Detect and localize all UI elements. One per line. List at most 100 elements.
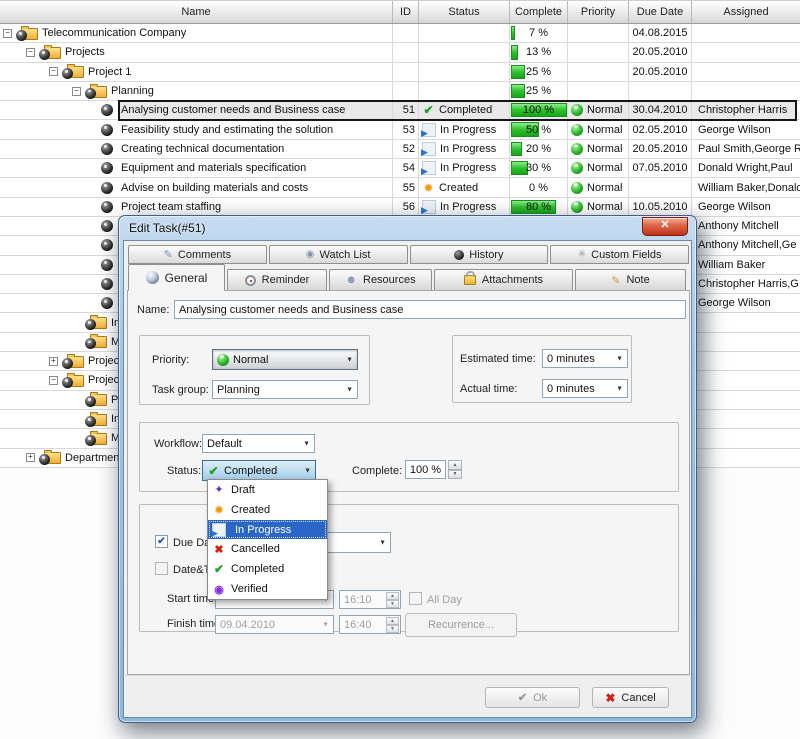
- progress-bar: [511, 45, 518, 59]
- tab-watch-list[interactable]: ◉Watch List: [269, 245, 408, 264]
- due-date-checkbox[interactable]: ✔: [155, 535, 168, 548]
- row-assigned: George Wilson: [692, 294, 800, 313]
- row-name-label: Planning: [111, 85, 154, 97]
- table-row[interactable]: −Planning25 %: [0, 82, 800, 101]
- chevron-down-icon: ▼: [616, 385, 623, 392]
- complete-percent-input[interactable]: 100 %: [405, 460, 446, 479]
- row-priority: [568, 63, 629, 82]
- row-complete: 25 %: [510, 63, 568, 82]
- tab-history[interactable]: History: [410, 245, 549, 264]
- col-header-status[interactable]: Status: [419, 1, 510, 23]
- finish-date-combobox: 09.04.2010 ▼: [215, 615, 334, 634]
- complete-spinner[interactable]: ▲▼: [448, 460, 462, 479]
- row-id: 55: [393, 178, 419, 197]
- status-dropdown-list: ✦Draft✹Created▶In Progress✖Cancelled✔Com…: [207, 479, 328, 600]
- actual-time-combobox[interactable]: 0 minutes ▼: [542, 379, 628, 398]
- grid-header: Name ID Status Complete Priority Due Dat…: [0, 0, 800, 24]
- tab-resources[interactable]: ☻Resources: [329, 269, 432, 291]
- row-assigned: William Baker,Donald: [692, 178, 800, 197]
- tree-collapse-icon[interactable]: −: [49, 67, 58, 76]
- dropdown-item-cancelled[interactable]: ✖Cancelled: [208, 539, 327, 559]
- close-button[interactable]: ✕: [642, 217, 688, 236]
- finish-time-spinner: ▲▼: [386, 617, 399, 632]
- priority-green-icon: [571, 201, 583, 213]
- table-row[interactable]: Equipment and materials specification54▶…: [0, 159, 800, 178]
- dropdown-item-completed[interactable]: ✔Completed: [208, 559, 327, 579]
- table-row[interactable]: Creating technical documentation52▶In Pr…: [0, 140, 800, 159]
- all-day-checkbox: [409, 592, 422, 605]
- priority-label: Priority:: [152, 354, 189, 366]
- priority-combobox[interactable]: Normal ▼: [212, 349, 358, 370]
- col-header-name[interactable]: Name: [0, 1, 393, 23]
- col-header-complete[interactable]: Complete: [510, 1, 568, 23]
- row-assigned: [692, 352, 800, 371]
- tab-custom-fields[interactable]: ✳Custom Fields: [550, 245, 689, 264]
- row-id: 54: [393, 159, 419, 178]
- tab-general[interactable]: General: [128, 264, 225, 291]
- row-id: [393, 82, 419, 101]
- dropdown-item-draft[interactable]: ✦Draft: [208, 480, 327, 500]
- tab-reminder[interactable]: Reminder: [227, 269, 327, 291]
- priority-green-icon: [217, 354, 229, 366]
- table-row[interactable]: Feasibility study and estimating the sol…: [0, 120, 800, 139]
- datetime-checkbox[interactable]: [155, 562, 168, 575]
- task-icon: [101, 239, 113, 251]
- row-due-date: 20.05.2010: [629, 43, 692, 62]
- task-group-combobox[interactable]: Planning ▼: [212, 380, 358, 399]
- in-progress-icon: ▶: [422, 161, 436, 175]
- row-assigned: [692, 429, 800, 448]
- tree-collapse-icon[interactable]: −: [3, 29, 12, 38]
- col-header-assigned[interactable]: Assigned: [692, 1, 800, 23]
- tab-attachments[interactable]: Attachments: [434, 269, 573, 291]
- note-icon: ✎: [611, 274, 620, 287]
- row-id: 53: [393, 120, 419, 139]
- row-priority: Normal: [568, 120, 629, 139]
- row-assigned: William Baker: [692, 256, 800, 275]
- col-header-priority[interactable]: Priority: [568, 1, 629, 23]
- status-combobox-open[interactable]: ✔ Completed ▼: [202, 460, 316, 481]
- reminder-icon: [245, 275, 256, 286]
- tree-collapse-icon[interactable]: −: [49, 376, 58, 385]
- row-due-date: 20.05.2010: [629, 140, 692, 159]
- ok-button[interactable]: ✔ Ok: [485, 687, 580, 708]
- row-status: [419, 82, 510, 101]
- row-name-label: Project 1: [88, 66, 131, 78]
- row-assigned: [692, 82, 800, 101]
- recurrence-button[interactable]: Recurrence...: [405, 613, 517, 637]
- dropdown-item-in-progress[interactable]: ▶In Progress: [208, 520, 327, 540]
- dropdown-item-created[interactable]: ✹Created: [208, 500, 327, 520]
- table-row[interactable]: Advise on building materials and costs55…: [0, 178, 800, 197]
- in-progress-icon: ▶: [422, 142, 436, 156]
- start-time-spinner: ▲▼: [386, 592, 399, 607]
- tree-collapse-icon[interactable]: −: [26, 48, 35, 57]
- completed-check-icon: ✔: [422, 103, 435, 117]
- table-row[interactable]: −Projects13 %20.05.2010: [0, 43, 800, 62]
- row-priority: Normal: [568, 101, 629, 120]
- tree-expand-icon[interactable]: +: [26, 453, 35, 462]
- row-status: [419, 24, 510, 43]
- table-row[interactable]: −Telecommunication Company7 %04.08.2015: [0, 24, 800, 43]
- verified-icon: ◉: [212, 583, 226, 596]
- row-status: [419, 63, 510, 82]
- row-assigned: [692, 43, 800, 62]
- tab-note[interactable]: ✎Note: [575, 269, 686, 291]
- col-header-due-date[interactable]: Due Date: [629, 1, 692, 23]
- tab-comments[interactable]: ✎Comments: [128, 245, 267, 264]
- progress-bar: [511, 65, 525, 79]
- completed-check-icon: ✔: [207, 464, 220, 478]
- table-row[interactable]: Analysing customer needs and Business ca…: [0, 101, 800, 120]
- estimated-time-combobox[interactable]: 0 minutes ▼: [542, 349, 628, 368]
- workflow-combobox[interactable]: Default ▼: [202, 434, 315, 453]
- cancel-button[interactable]: ✖ Cancel: [592, 687, 669, 708]
- task-name-input[interactable]: Analysing customer needs and Business ca…: [174, 300, 686, 319]
- table-row[interactable]: −Project 125 %20.05.2010: [0, 63, 800, 82]
- watch-icon: ◉: [306, 249, 315, 260]
- task-icon: [101, 182, 113, 194]
- tree-expand-icon[interactable]: +: [49, 357, 58, 366]
- col-header-id[interactable]: ID: [393, 1, 419, 23]
- row-due-date: [629, 178, 692, 197]
- name-label: Name:: [137, 304, 169, 316]
- tree-collapse-icon[interactable]: −: [72, 87, 81, 96]
- task-icon: [101, 143, 113, 155]
- dropdown-item-verified[interactable]: ◉Verified: [208, 579, 327, 599]
